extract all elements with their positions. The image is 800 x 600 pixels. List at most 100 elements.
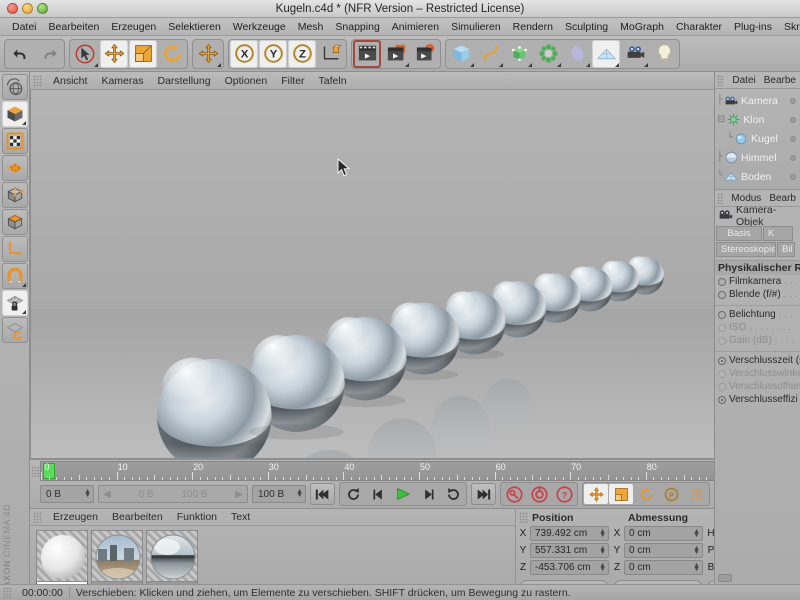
position-y-field[interactable]: 557.331 cm ▲ ▼ bbox=[530, 543, 609, 558]
object-manager[interactable]: ├ Kamera ⊟ Klon └ Kugel ├ Himmel └ Boden bbox=[715, 89, 800, 189]
radio-icon[interactable] bbox=[718, 336, 726, 345]
material-preview[interactable] bbox=[146, 530, 198, 582]
menu-item-werkzeuge[interactable]: Werkzeuge bbox=[227, 18, 292, 35]
attr-row-blende[interactable]: Blende (f/#) . . . . bbox=[715, 288, 800, 301]
cube-button[interactable] bbox=[447, 40, 475, 68]
deformer-expander-corner[interactable] bbox=[557, 62, 561, 67]
go-to-start-button[interactable] bbox=[310, 483, 335, 505]
matmenu-textur[interactable]: Text bbox=[224, 509, 257, 526]
radio-icon[interactable] bbox=[718, 277, 726, 286]
preview-range-bar[interactable]: ◀ 0 B 100 B ▶ bbox=[98, 485, 248, 503]
vpmenu-darstellung[interactable]: Darstellung bbox=[150, 72, 217, 90]
matmenu-bearbeiten[interactable]: Bearbeiten bbox=[105, 509, 170, 526]
menu-item-bearbeiten[interactable]: Bearbeiten bbox=[43, 18, 106, 35]
move-tool-button[interactable] bbox=[100, 39, 128, 68]
coordinate-grip-handle[interactable] bbox=[519, 512, 528, 523]
object-axis-button[interactable] bbox=[1, 236, 28, 262]
model-mode-button[interactable] bbox=[1, 101, 28, 127]
timeline-grip-handle[interactable] bbox=[30, 460, 40, 482]
object-row-kugel[interactable]: └ Kugel bbox=[715, 129, 800, 148]
object-row-kamera[interactable]: ├ Kamera bbox=[715, 91, 800, 110]
menu-item-simulieren[interactable]: Simulieren bbox=[445, 18, 507, 35]
vpmenu-tafeln[interactable]: Tafeln bbox=[312, 72, 354, 90]
menu-item-erzeugen[interactable]: Erzeugen bbox=[105, 18, 162, 35]
tab-bild[interactable]: Bil bbox=[777, 242, 795, 257]
object-manager-grip-handle[interactable] bbox=[717, 74, 725, 86]
edges-mode-button[interactable] bbox=[1, 182, 28, 208]
play-button[interactable] bbox=[391, 484, 415, 504]
object-row-klon[interactable]: ⊟ Klon bbox=[715, 110, 800, 129]
matmenu-erzeugen[interactable]: Erzeugen bbox=[46, 509, 105, 526]
preview-range-left-arrow[interactable]: ◀ bbox=[103, 489, 111, 500]
attribute-grip-handle[interactable] bbox=[717, 192, 724, 204]
key-parameter-button[interactable]: P bbox=[659, 484, 683, 504]
object-row-himmel[interactable]: ├ Himmel bbox=[715, 148, 800, 167]
loop-button[interactable] bbox=[441, 484, 465, 504]
texture-mode-button[interactable] bbox=[1, 128, 28, 154]
rotate-tool-button[interactable] bbox=[158, 40, 186, 68]
menu-item-animieren[interactable]: Animieren bbox=[386, 18, 445, 35]
attr-row-belichtung[interactable]: Belichtung . . . bbox=[715, 305, 800, 321]
viewport-grip-handle[interactable] bbox=[33, 75, 42, 86]
spline-button[interactable] bbox=[476, 40, 504, 68]
object-visibility-dot[interactable] bbox=[790, 173, 796, 180]
menu-item-rendern[interactable]: Rendern bbox=[507, 18, 559, 35]
radio-icon[interactable] bbox=[718, 290, 726, 299]
position-z-field[interactable]: -453.706 cm ▲ ▼ bbox=[530, 560, 609, 575]
attr-row-verschlusswinkel[interactable]: Verschlusswinke bbox=[715, 367, 800, 380]
menu-item-mesh[interactable]: Mesh bbox=[292, 18, 330, 35]
floor-expander-corner[interactable] bbox=[615, 62, 619, 67]
tab-basis[interactable]: Basis bbox=[716, 226, 762, 241]
position-y-stepper[interactable]: ▲ ▼ bbox=[599, 545, 606, 556]
menu-item-sculpting[interactable]: Sculpting bbox=[559, 18, 614, 35]
polygon-mode-button[interactable] bbox=[1, 209, 28, 235]
end-frame-stepper[interactable]: ▲ ▼ bbox=[296, 488, 303, 499]
menu-item-mograph[interactable]: MoGraph bbox=[614, 18, 670, 35]
render-region-button[interactable] bbox=[382, 40, 410, 68]
key-pla-button[interactable] bbox=[684, 484, 708, 504]
material-preview[interactable] bbox=[36, 530, 88, 582]
render-globe-button[interactable] bbox=[1, 74, 28, 100]
position-x-stepper[interactable]: ▲ ▼ bbox=[599, 528, 606, 539]
timeline-ruler[interactable]: 0102030405060708090100 bbox=[40, 461, 800, 481]
preview-range-right-arrow[interactable]: ▶ bbox=[235, 489, 243, 500]
radio-icon[interactable] bbox=[718, 369, 726, 378]
size-x-stepper[interactable]: ▲ ▼ bbox=[693, 528, 700, 539]
render-expander-corner[interactable] bbox=[405, 62, 409, 67]
autokey-button[interactable] bbox=[527, 484, 551, 504]
model-expander-corner[interactable] bbox=[21, 121, 26, 125]
record-key-button[interactable] bbox=[502, 484, 526, 504]
attr-row-verschlusszeit[interactable]: Verschlusszeit (s bbox=[715, 351, 800, 367]
lock-axis-button[interactable] bbox=[1, 290, 28, 316]
environment-expander-corner[interactable] bbox=[586, 62, 590, 67]
menu-item-snapping[interactable]: Snapping bbox=[329, 18, 385, 35]
attr-row-iso[interactable]: ISO . . . . . . . . bbox=[715, 321, 800, 334]
expand-collapse-toggle[interactable]: ⊟ bbox=[717, 114, 725, 126]
key-scale-button[interactable] bbox=[609, 484, 633, 504]
radio-icon[interactable] bbox=[718, 323, 726, 332]
size-y-field[interactable]: 0 cm ▲ ▼ bbox=[624, 543, 703, 558]
viewport-3d[interactable] bbox=[30, 90, 800, 459]
camera-button[interactable] bbox=[621, 40, 649, 68]
end-frame-field[interactable]: 100 B ▲ ▼ bbox=[252, 485, 306, 503]
attr-row-gain[interactable]: Gain (dB) . . . . . bbox=[715, 334, 800, 347]
tab-stereoskopie[interactable]: Stereoskopie bbox=[716, 242, 776, 257]
move-axis-button[interactable] bbox=[194, 40, 222, 68]
redo-button[interactable] bbox=[35, 40, 63, 68]
undo-button[interactable] bbox=[6, 40, 34, 68]
world-coordinates-button[interactable] bbox=[317, 40, 345, 68]
radio-icon[interactable] bbox=[718, 395, 726, 404]
attr-row-verschlussoffset[interactable]: Verschlussoffset bbox=[715, 380, 800, 393]
step-back-button[interactable] bbox=[366, 484, 390, 504]
size-x-field[interactable]: 0 cm ▲ ▼ bbox=[624, 526, 703, 541]
camera-expander-corner[interactable] bbox=[644, 62, 648, 67]
points-mode-button[interactable] bbox=[1, 155, 28, 181]
menu-item-plugins[interactable]: Plug-ins bbox=[728, 18, 778, 35]
y-axis-button[interactable]: Y bbox=[259, 39, 287, 68]
position-z-stepper[interactable]: ▲ ▼ bbox=[599, 562, 606, 573]
status-grip-handle[interactable] bbox=[3, 587, 12, 598]
menu-item-charakter[interactable]: Charakter bbox=[670, 18, 728, 35]
key-position-button[interactable] bbox=[584, 484, 608, 504]
attr-row-filmkamera[interactable]: Filmkamera . . . . bbox=[715, 275, 800, 288]
object-visibility-dot[interactable] bbox=[790, 154, 796, 161]
